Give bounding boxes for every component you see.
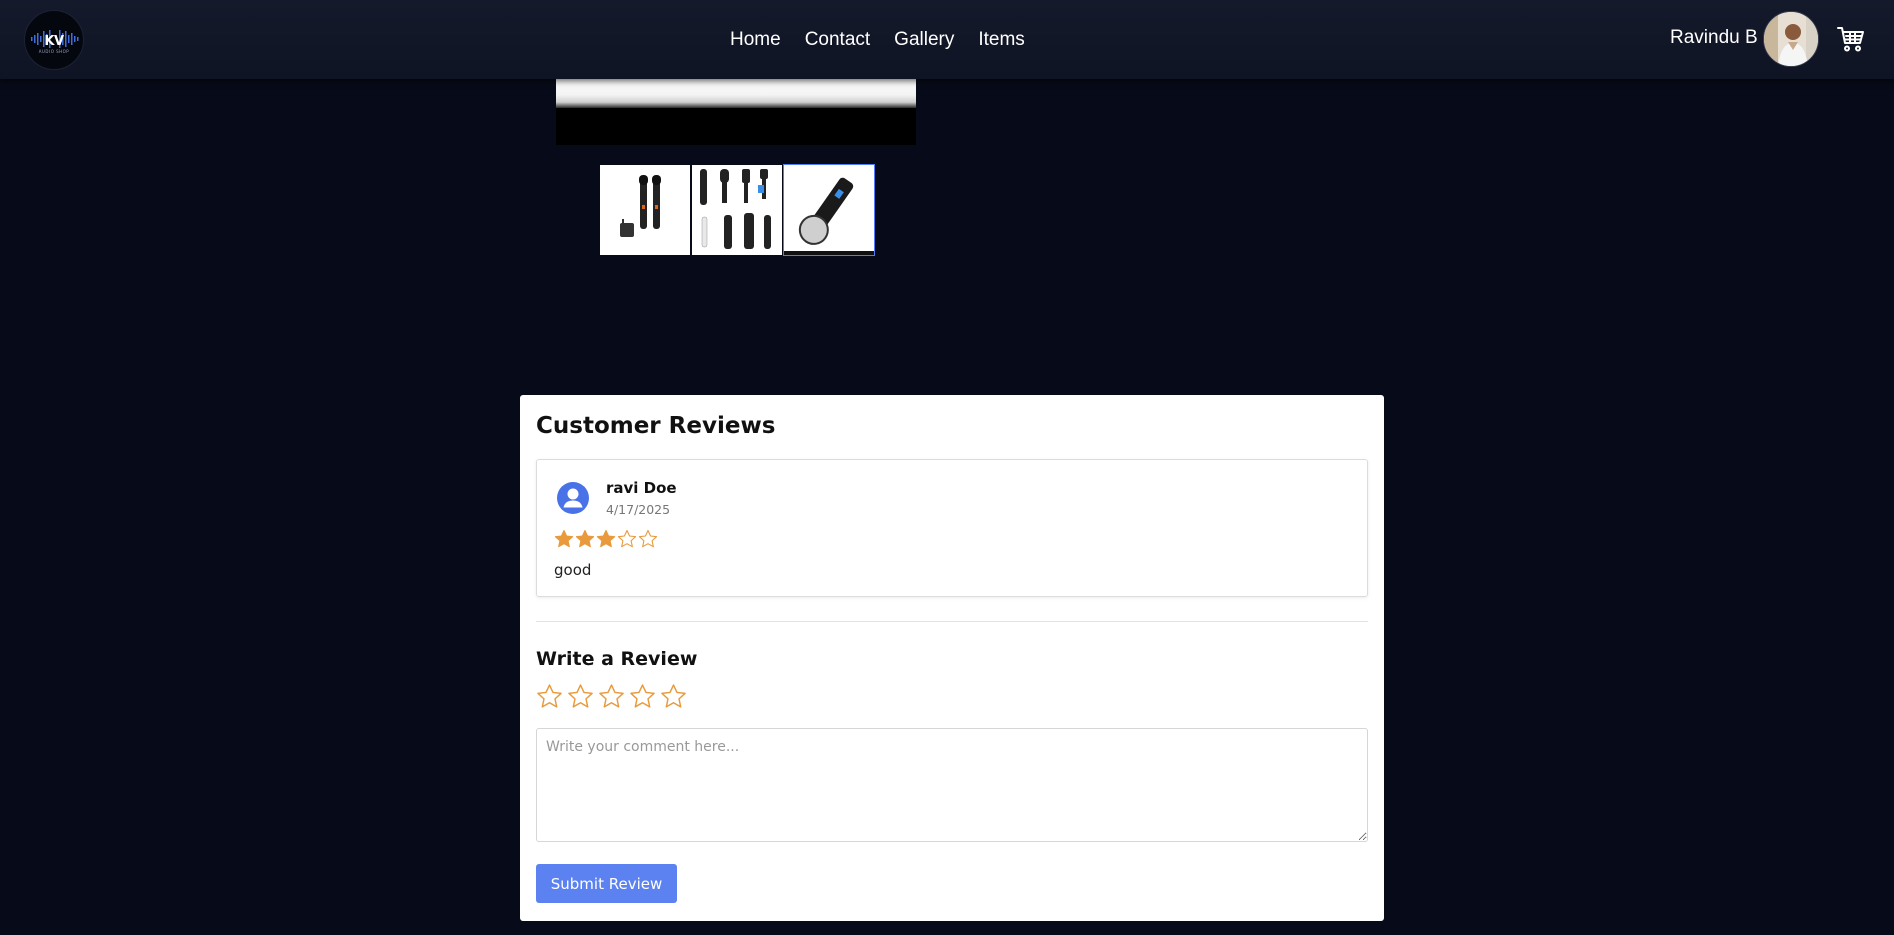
rate-star-5-icon[interactable] xyxy=(660,683,687,714)
logo[interactable]: KV AUDIO SHOP xyxy=(24,10,84,70)
reviewer-name: ravi Doe xyxy=(606,479,677,497)
star-empty-icon xyxy=(638,529,658,553)
main-nav: Home Contact Gallery Items xyxy=(730,0,1025,79)
nav-home[interactable]: Home xyxy=(730,29,781,51)
submit-review-button[interactable]: Submit Review xyxy=(536,864,677,903)
star-filled-icon xyxy=(554,529,574,553)
thumbnail-strip xyxy=(600,164,875,256)
cart-icon[interactable] xyxy=(1837,25,1865,53)
rate-star-2-icon[interactable] xyxy=(567,683,594,714)
thumbnail-wireless-microphone-pair[interactable] xyxy=(600,165,690,255)
review-date: 4/17/2025 xyxy=(606,502,671,517)
comment-input[interactable] xyxy=(536,728,1368,842)
star-filled-icon xyxy=(575,529,595,553)
rating-input xyxy=(536,683,687,714)
rate-star-3-icon[interactable] xyxy=(598,683,625,714)
reviews-card: Customer Reviews ravi Doe 4/17/2025 good… xyxy=(520,395,1384,921)
nav-gallery[interactable]: Gallery xyxy=(894,29,954,51)
logo-subtext: AUDIO SHOP xyxy=(38,49,70,54)
star-empty-icon xyxy=(617,529,637,553)
write-review-title: Write a Review xyxy=(536,648,698,670)
rate-star-4-icon[interactable] xyxy=(629,683,656,714)
avatar[interactable] xyxy=(1763,11,1819,67)
avatar-photo xyxy=(1764,12,1818,66)
nav-contact[interactable]: Contact xyxy=(805,29,870,51)
main-product-image xyxy=(556,79,916,145)
review-item: ravi Doe 4/17/2025 good xyxy=(536,459,1368,597)
logo-text: KV xyxy=(44,34,64,49)
review-comment: good xyxy=(554,561,592,579)
user-name[interactable]: Ravindu B xyxy=(1670,27,1758,49)
divider xyxy=(536,621,1368,622)
nav-items[interactable]: Items xyxy=(978,29,1024,51)
reviews-title: Customer Reviews xyxy=(536,413,776,439)
rate-star-1-icon[interactable] xyxy=(536,683,563,714)
star-filled-icon xyxy=(596,529,616,553)
thumbnail-handheld-microphone[interactable] xyxy=(783,164,875,256)
thumbnail-microphone-collection[interactable] xyxy=(692,165,782,255)
user-circle-icon xyxy=(557,482,589,514)
review-rating xyxy=(554,529,658,553)
navbar: KV AUDIO SHOP Home Contact Gallery Items… xyxy=(0,0,1894,79)
